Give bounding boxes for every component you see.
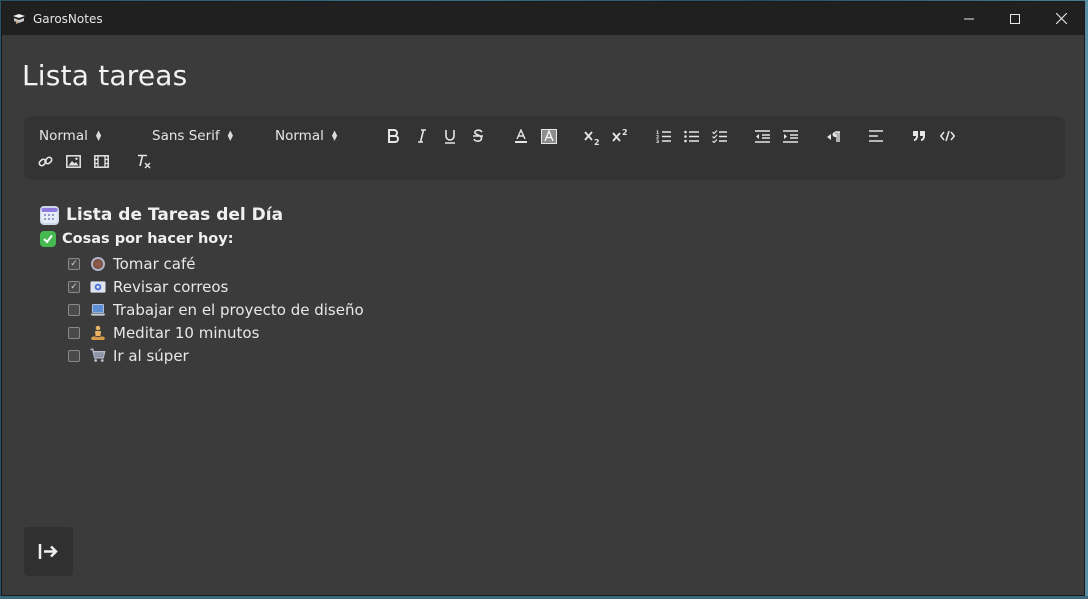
coffee-icon	[90, 256, 106, 272]
meditation-icon	[90, 325, 106, 341]
list-item: ✓ Revisar correos	[68, 275, 364, 298]
task-checkbox[interactable]	[68, 349, 80, 362]
task-checkbox[interactable]	[68, 303, 80, 316]
subscript-button[interactable]: 2	[583, 127, 601, 147]
superscript-icon: 2	[612, 128, 628, 142]
task-checkbox[interactable]	[68, 326, 80, 339]
select-caret-icon: ▲ ▼	[95, 129, 102, 142]
window-controls	[946, 2, 1084, 35]
content-heading: Lista de Tareas del Día	[40, 202, 364, 228]
font-select-value: Sans Serif	[152, 128, 220, 144]
outdent-button[interactable]	[753, 126, 771, 146]
image-icon	[65, 154, 81, 168]
text-color-icon	[515, 128, 527, 143]
indent-icon	[782, 129, 798, 143]
task-label: Revisar correos	[113, 277, 229, 296]
task-checkbox[interactable]: ✓	[68, 257, 80, 270]
bullet-list-icon	[683, 130, 699, 142]
code-block-button[interactable]	[938, 126, 956, 146]
svg-text:3: 3	[656, 139, 659, 143]
video-icon	[93, 154, 109, 168]
task-list: ✓ Tomar café ✓ Revisar correos Trabajar …	[68, 252, 364, 367]
select-caret-icon: ▲ ▼	[331, 129, 338, 142]
task-checkbox[interactable]: ✓	[68, 280, 80, 293]
app-logo-icon	[11, 11, 27, 27]
page-title[interactable]: Lista tareas	[22, 59, 187, 92]
blockquote-button[interactable]	[910, 126, 928, 146]
title-bar[interactable]: GarosNotes	[2, 2, 1084, 35]
font-select[interactable]: Sans Serif ▲ ▼	[152, 126, 233, 146]
list-item: Meditar 10 minutos	[68, 321, 364, 344]
select-caret-icon: ▲ ▼	[227, 129, 234, 142]
email-icon	[90, 279, 106, 295]
italic-icon	[418, 129, 426, 143]
shopping-cart-icon	[90, 348, 106, 364]
check-list-icon	[711, 129, 727, 143]
app-window: GarosNotes Lista tareas Normal ▲ ▼ Sans S…	[1, 1, 1085, 596]
video-button[interactable]	[92, 151, 110, 171]
list-item: Trabajar en el proyecto de diseño	[68, 298, 364, 321]
strike-icon	[473, 129, 483, 142]
svg-text:2: 2	[594, 138, 600, 145]
indent-button[interactable]	[781, 126, 799, 146]
background-color-icon	[541, 128, 557, 144]
align-button[interactable]	[867, 126, 885, 146]
expand-sidebar-icon	[38, 544, 58, 559]
clear-format-button[interactable]	[135, 151, 153, 171]
size-select-value: Normal	[275, 128, 324, 144]
bold-icon	[388, 129, 399, 143]
link-button[interactable]	[36, 151, 54, 171]
underline-button[interactable]	[441, 126, 459, 146]
size-select[interactable]: Normal ▲ ▼	[275, 126, 337, 146]
close-button[interactable]	[1038, 2, 1084, 35]
rtl-direction-icon	[826, 130, 840, 142]
text-color-button[interactable]	[512, 126, 530, 146]
calendar-icon	[40, 205, 59, 225]
bold-button[interactable]	[384, 126, 402, 146]
minimize-button[interactable]	[946, 2, 992, 35]
header-select-value: Normal	[39, 128, 88, 144]
link-icon	[37, 155, 53, 167]
maximize-button[interactable]	[992, 2, 1038, 35]
task-label: Tomar café	[113, 254, 196, 273]
laptop-icon	[90, 302, 106, 318]
ordered-list-button[interactable]: 123	[654, 126, 672, 146]
background-color-button[interactable]	[540, 126, 558, 146]
heading-text: Lista de Tareas del Día	[66, 205, 284, 225]
sidebar-toggle-button[interactable]	[24, 527, 73, 576]
check-mark-box-icon	[40, 231, 56, 247]
italic-button[interactable]	[413, 126, 431, 146]
bullet-list-button[interactable]	[682, 126, 700, 146]
svg-text:2: 2	[622, 128, 628, 137]
editor-content[interactable]: Lista de Tareas del Día Cosas por hacer …	[40, 202, 364, 367]
editor-toolbar: Normal ▲ ▼ Sans Serif ▲ ▼ Normal ▲ ▼ 2 2…	[24, 116, 1065, 180]
task-label: Trabajar en el proyecto de diseño	[113, 300, 364, 319]
subscript-icon: 2	[584, 130, 600, 145]
task-label: Meditar 10 minutos	[113, 323, 260, 342]
header-select[interactable]: Normal ▲ ▼	[39, 126, 101, 146]
blockquote-icon	[913, 131, 925, 141]
list-item: Ir al súper	[68, 344, 364, 367]
image-button[interactable]	[64, 151, 82, 171]
minimize-icon	[964, 18, 974, 19]
ordered-list-icon: 123	[656, 130, 671, 143]
strike-button[interactable]	[469, 126, 487, 146]
clear-format-icon	[138, 154, 151, 168]
window-title: GarosNotes	[33, 11, 103, 26]
underline-icon	[445, 129, 455, 144]
align-icon	[869, 130, 883, 142]
subheading-text: Cosas por hacer hoy:	[62, 231, 234, 247]
superscript-button[interactable]: 2	[611, 125, 629, 145]
check-list-button[interactable]	[710, 126, 728, 146]
maximize-icon	[1010, 13, 1020, 24]
list-item: ✓ Tomar café	[68, 252, 364, 275]
content-subheading: Cosas por hacer hoy:	[40, 228, 364, 250]
outdent-icon	[754, 129, 770, 143]
close-icon	[1055, 13, 1067, 24]
task-label: Ir al súper	[113, 346, 189, 365]
text-direction-button[interactable]	[824, 126, 842, 146]
code-block-icon	[939, 130, 955, 142]
